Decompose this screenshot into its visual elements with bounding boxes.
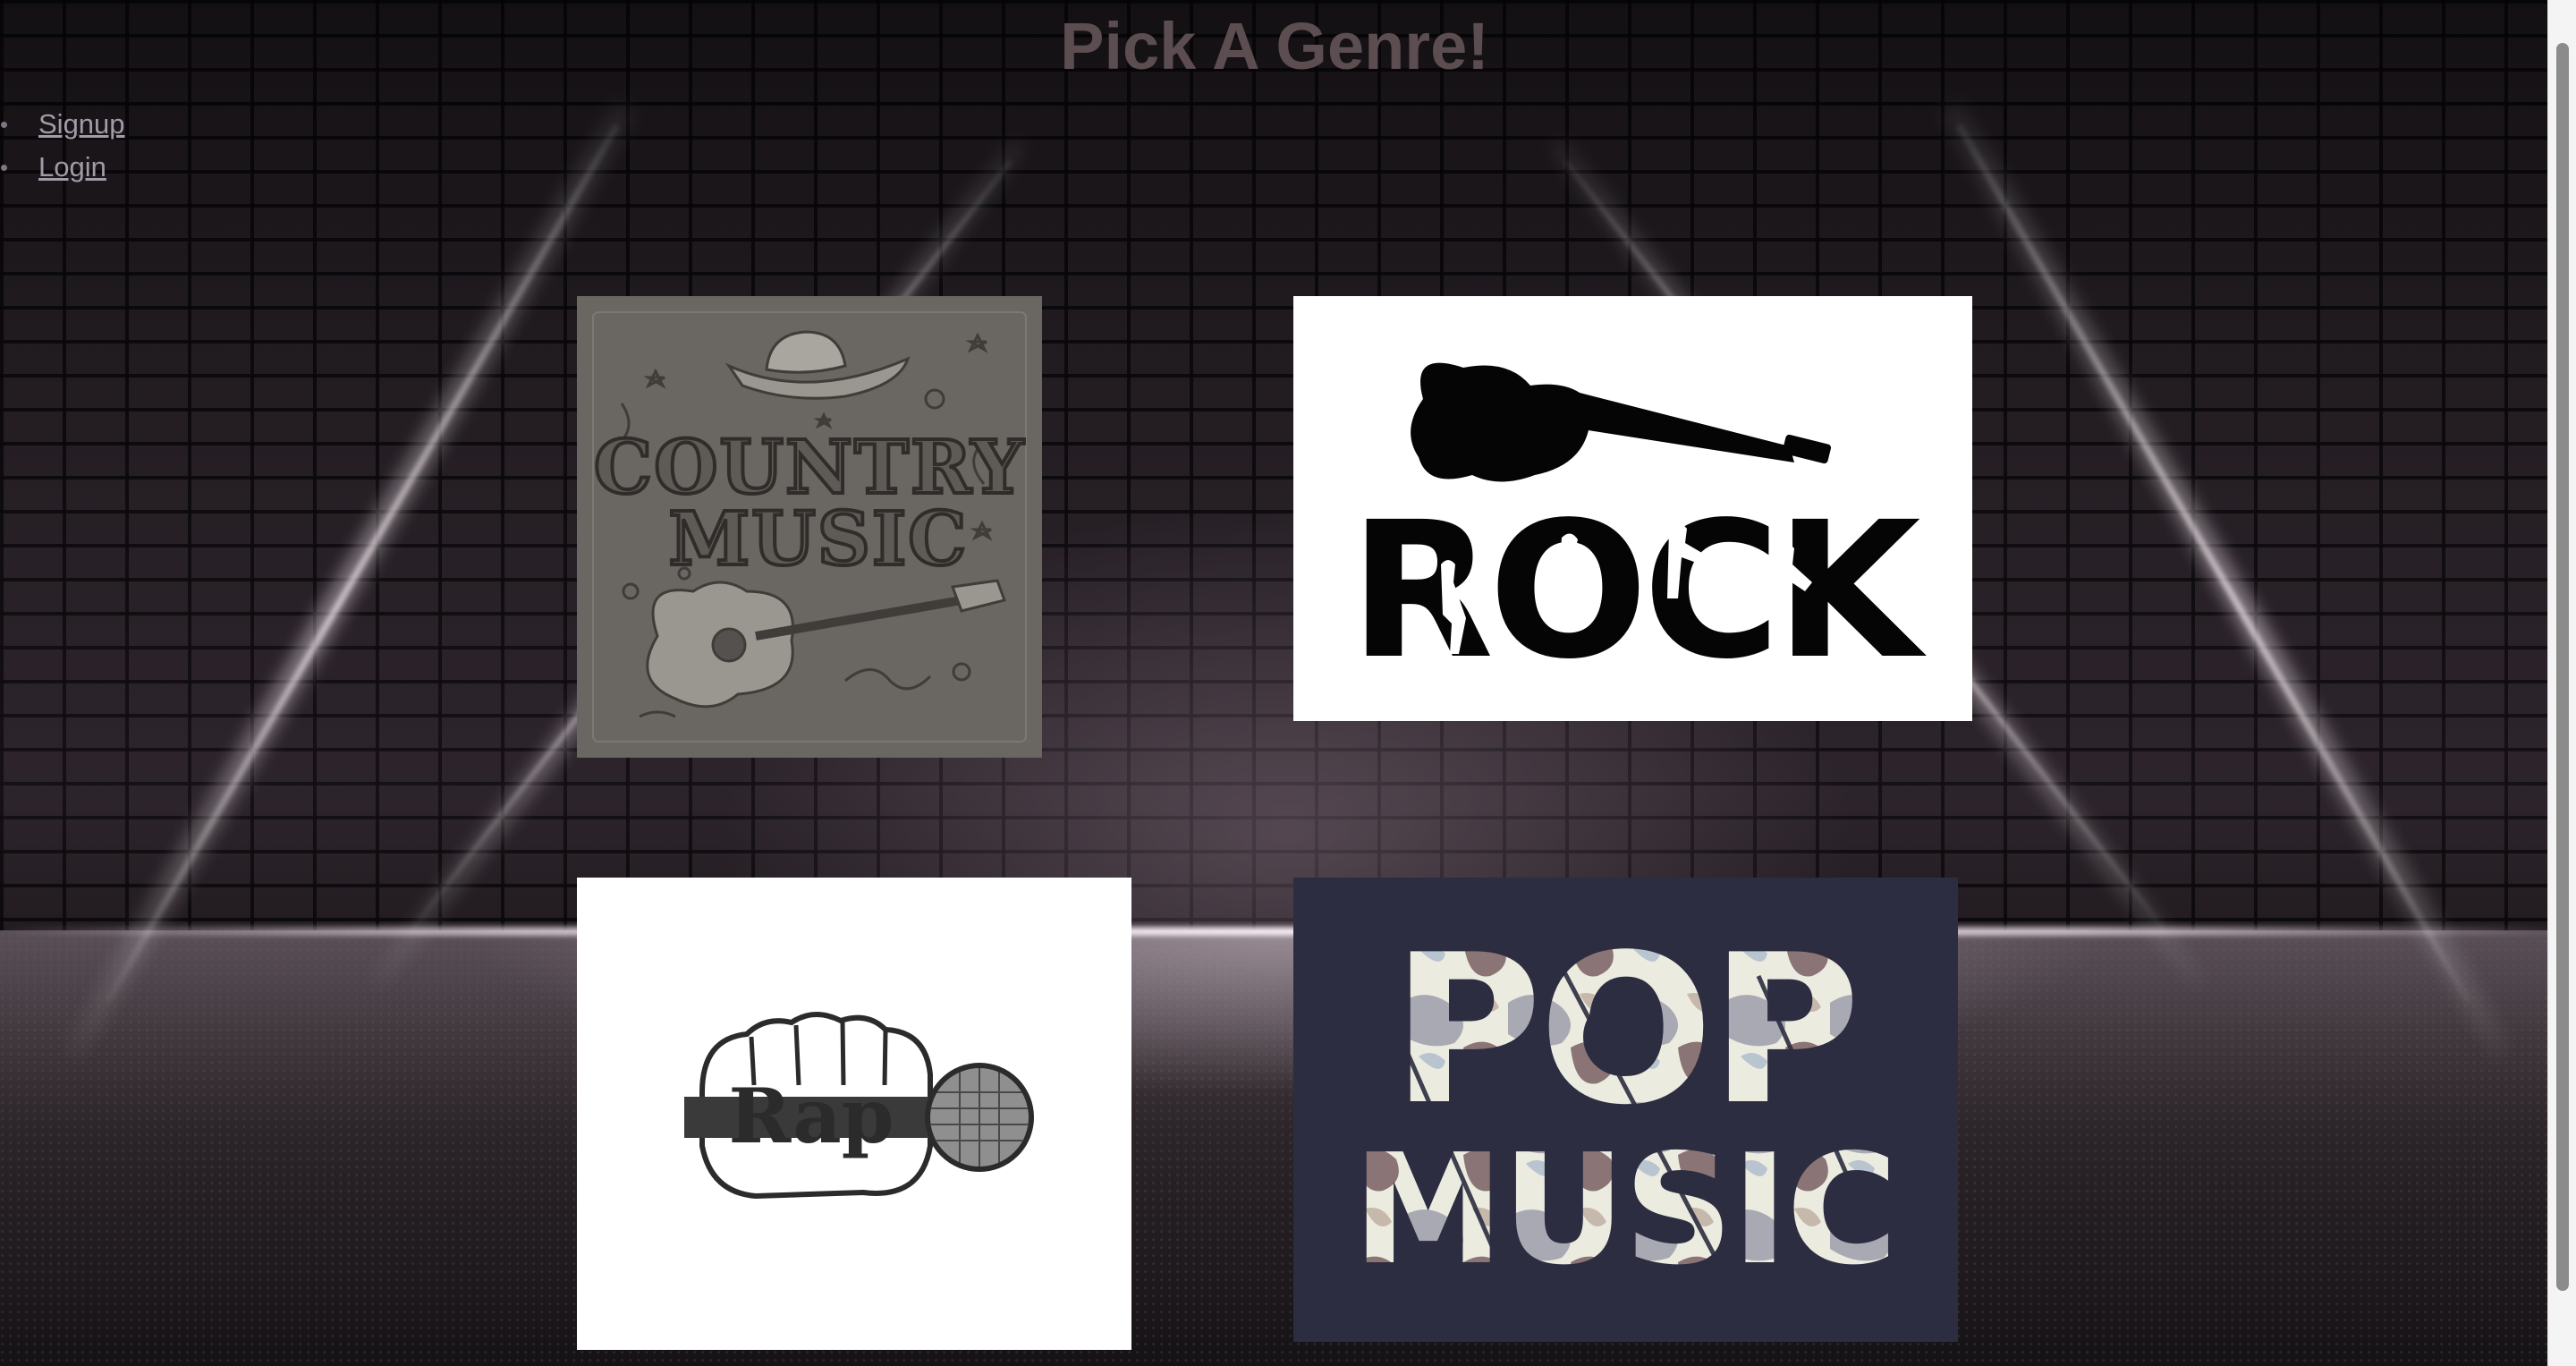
stage-background <box>0 0 2576 1366</box>
genre-card-country[interactable]: COUNTRY MUSIC <box>577 296 1042 758</box>
login-link[interactable]: Login <box>38 151 106 182</box>
country-music-image: COUNTRY MUSIC <box>592 311 1027 742</box>
pop-image: POP MUSIC <box>1352 912 1898 1299</box>
spotlight-beams <box>61 101 2515 1062</box>
page-title: Pick A Genre! <box>1060 9 1489 83</box>
svg-text:MUSIC: MUSIC <box>668 496 968 582</box>
genre-card-rap[interactable]: Rap <box>577 878 1131 1350</box>
rock-image: ROCK <box>1349 362 1933 700</box>
auth-nav: Signup Login <box>0 106 125 191</box>
nav-item-login: Login <box>0 148 125 191</box>
signup-link[interactable]: Signup <box>38 108 125 140</box>
rap-image: Rap <box>684 1012 1034 1200</box>
scrollbar-thumb[interactable] <box>2556 43 2569 1291</box>
electric-guitar-icon <box>1411 362 1794 482</box>
rock-text-art: ROCK <box>1349 481 1927 700</box>
acoustic-guitar-icon <box>646 579 1006 708</box>
genre-card-pop[interactable]: POP MUSIC <box>1293 878 1958 1342</box>
rap-text-art: Rap <box>729 1072 894 1160</box>
nav-item-signup: Signup <box>0 106 125 148</box>
genre-card-rock[interactable]: ROCK <box>1293 296 1972 721</box>
svg-text:MUSIC: MUSIC <box>1352 1122 1896 1299</box>
page-scrollbar[interactable] <box>2547 0 2576 1366</box>
